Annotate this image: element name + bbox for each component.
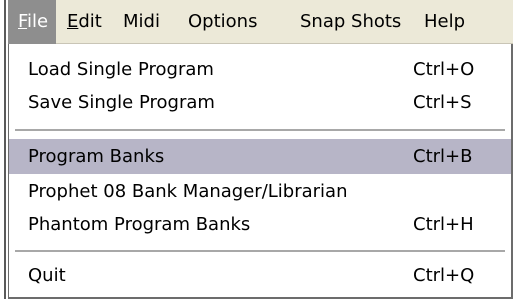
menu-item-save-single-program[interactable]: Save Single Program Ctrl+S xyxy=(9,85,511,120)
menu-snap-shots-label: Snap Shots xyxy=(300,11,402,32)
menu-help-label: Help xyxy=(424,11,466,32)
menu-item-shortcut: Ctrl+Q xyxy=(413,265,475,286)
window-edge-line xyxy=(4,0,6,299)
menu-item-quit[interactable]: Quit Ctrl+Q xyxy=(9,258,511,293)
menu-item-shortcut: Ctrl+H xyxy=(413,214,474,235)
menu-midi-label: Midi xyxy=(123,11,160,32)
menu-item-label: Phantom Program Banks xyxy=(28,214,251,235)
menu-file-mnemonic: F xyxy=(18,11,28,32)
menu-item-prophet-08-bank-manager[interactable]: Prophet 08 Bank Manager/Librarian xyxy=(9,174,511,209)
menu-item-shortcut: Ctrl+B xyxy=(413,146,473,167)
file-dropdown-menu: Load Single Program Ctrl+O Save Single P… xyxy=(8,44,513,299)
menu-edit[interactable]: Edit xyxy=(56,0,102,44)
menu-item-load-single-program[interactable]: Load Single Program Ctrl+O xyxy=(9,52,511,87)
menu-options-label: Options xyxy=(188,11,258,32)
menu-item-label: Load Single Program xyxy=(28,59,214,80)
menu-separator xyxy=(15,250,505,252)
window-edge xyxy=(0,0,8,299)
menu-options[interactable]: Options xyxy=(188,0,257,44)
menu-item-label: Quit xyxy=(28,265,66,286)
menu-edit-label: dit xyxy=(78,11,102,32)
menu-snap-shots[interactable]: Snap Shots xyxy=(300,0,401,44)
menu-item-shortcut: Ctrl+O xyxy=(413,59,475,80)
menu-file-label: ile xyxy=(27,11,49,32)
menu-bar: File Edit Midi Options Snap Shots Help xyxy=(8,0,513,44)
menu-item-program-banks[interactable]: Program Banks Ctrl+B xyxy=(9,139,511,174)
menu-help[interactable]: Help xyxy=(424,0,465,44)
menu-item-phantom-program-banks[interactable]: Phantom Program Banks Ctrl+H xyxy=(9,207,511,242)
menu-midi[interactable]: Midi xyxy=(123,0,160,44)
menu-edit-mnemonic: E xyxy=(67,11,79,32)
menu-item-label: Save Single Program xyxy=(28,92,215,113)
menu-item-label: Prophet 08 Bank Manager/Librarian xyxy=(28,181,348,202)
menu-item-label: Program Banks xyxy=(28,146,165,167)
menu-file[interactable]: File xyxy=(8,0,56,44)
menu-separator xyxy=(15,129,505,131)
menu-item-shortcut: Ctrl+S xyxy=(413,92,472,113)
